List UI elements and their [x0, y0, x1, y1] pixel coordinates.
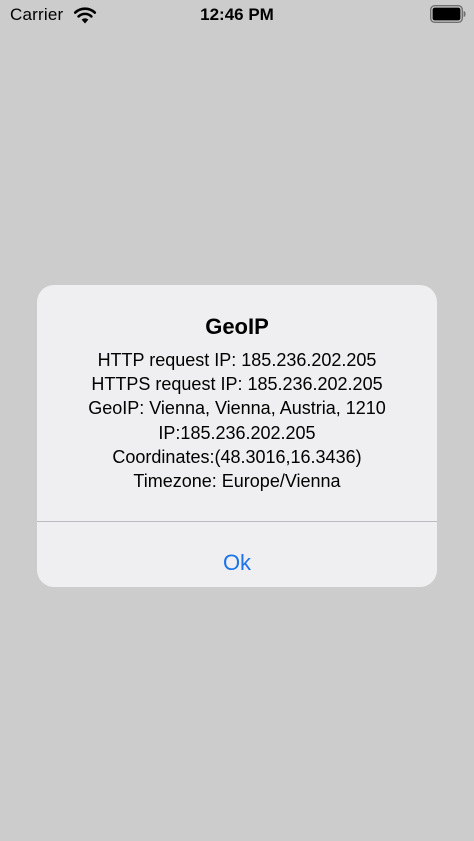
- alert-message-line-https: HTTPS request IP: 185.236.202.205: [91, 374, 383, 395]
- alert-title: GeoIP: [205, 314, 269, 339]
- alert-message-line-http: HTTP request IP: 185.236.202.205: [97, 350, 377, 370]
- alert-message-line-ip: IP:185.236.202.205: [158, 422, 316, 443]
- alert-message: HTTP request IP: 185.236.202.205 HTTPS r…: [47, 348, 427, 493]
- alert-message-line-geoip: GeoIP: Vienna, Vienna, Austria, 1210: [88, 398, 386, 419]
- alert-message-line-timezone: Timezone: Europe/Vienna: [133, 471, 341, 492]
- geoip-alert-dialog: GeoIP HTTP request IP: 185.236.202.205 H…: [37, 285, 437, 587]
- battery-icon: [430, 5, 466, 23]
- alert-message-line-coordinates: Coordinates:(48.3016,16.3436): [112, 446, 362, 467]
- status-bar: Carrier 12:46 PM: [0, 0, 474, 32]
- ok-button[interactable]: Ok: [37, 522, 437, 587]
- status-time: 12:46 PM: [200, 5, 274, 24]
